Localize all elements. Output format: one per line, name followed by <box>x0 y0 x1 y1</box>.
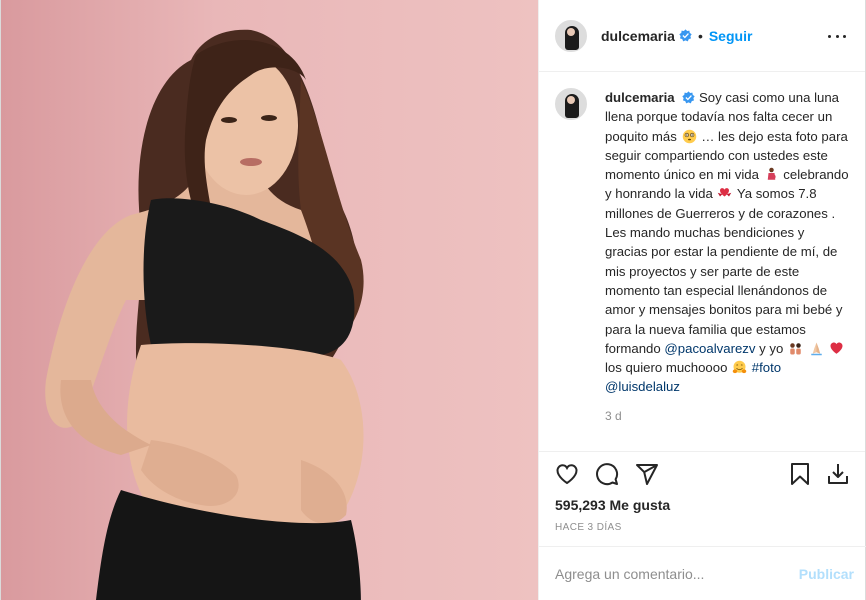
add-comment-bar: Publicar <box>539 546 866 600</box>
caption-text-5: y yo <box>759 340 784 356</box>
pregnant-woman-portrait <box>45 29 364 600</box>
post-age[interactable]: HACE 3 DÍAS <box>555 522 622 533</box>
download-icon[interactable] <box>826 462 850 486</box>
post-side-panel: dulcemaria • Seguir dulcemaria Soy casi … <box>538 0 866 600</box>
verified-badge-icon <box>679 29 692 42</box>
hashtag-link[interactable]: #foto <box>752 360 781 375</box>
flushed-face-emoji-icon <box>682 129 696 143</box>
caption-avatar[interactable] <box>555 88 587 120</box>
mention-link[interactable]: @luisdelaluz <box>605 379 680 394</box>
heart-ribbon-emoji-icon <box>718 188 732 197</box>
hugging-face-emoji-icon <box>732 360 747 374</box>
like-count[interactable]: 595,293 Me gusta <box>555 497 670 513</box>
header-separator: • <box>697 27 703 44</box>
caption-body: dulcemaria Soy casi como una luna llena … <box>605 88 849 397</box>
caption-text-4: Ya somos 7.8 millones de Guerreros y de … <box>605 186 843 356</box>
pregnant-woman-emoji-icon <box>767 167 776 180</box>
instagram-post: dulcemaria • Seguir dulcemaria Soy casi … <box>0 0 866 600</box>
post-photo[interactable] <box>1 0 538 600</box>
post-header: dulcemaria • Seguir <box>539 0 865 72</box>
caption-timestamp[interactable]: 3 d <box>605 409 849 423</box>
comments-section: dulcemaria Soy casi como una luna llena … <box>539 72 865 452</box>
heart-icon[interactable] <box>555 462 579 486</box>
praying-hands-emoji-icon <box>810 342 822 356</box>
header-username[interactable]: dulcemaria <box>601 28 675 44</box>
publish-button[interactable]: Publicar <box>799 566 854 582</box>
red-heart-emoji-icon <box>830 342 843 354</box>
caption-text-6: los quiero muchoooo <box>605 360 728 376</box>
comment-icon[interactable] <box>595 462 619 486</box>
verified-badge-icon <box>682 91 695 104</box>
couple-emoji-icon <box>790 343 801 355</box>
more-options-icon[interactable] <box>825 24 849 48</box>
follow-button[interactable]: Seguir <box>709 28 753 44</box>
avatar[interactable] <box>555 19 587 52</box>
mention-link[interactable]: @pacoalvarezv <box>664 341 755 356</box>
bookmark-icon[interactable] <box>788 462 812 486</box>
action-bar <box>539 452 866 496</box>
caption: dulcemaria Soy casi como una luna llena … <box>555 88 849 397</box>
share-icon[interactable] <box>635 462 659 486</box>
comment-input[interactable] <box>555 565 799 582</box>
caption-username[interactable]: dulcemaria <box>605 90 675 105</box>
